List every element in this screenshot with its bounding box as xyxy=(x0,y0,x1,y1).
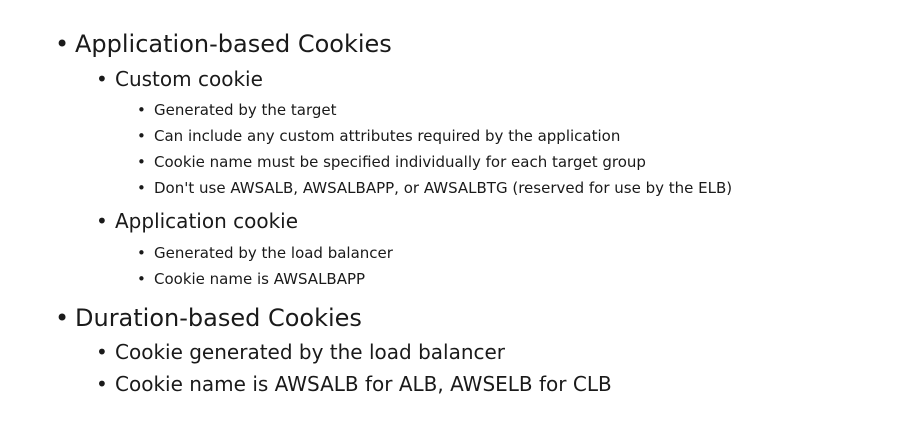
list-item-text: Cookie name is AWSALBAPP xyxy=(154,270,366,288)
bullet-icon: • xyxy=(137,101,146,119)
bullet-icon: • xyxy=(137,270,146,288)
list-item-text: Can include any custom attributes requir… xyxy=(154,127,621,145)
section-heading: Application-based Cookies xyxy=(75,30,392,58)
bullet-icon: • xyxy=(137,179,146,197)
list-item-text: Generated by the load balancer xyxy=(154,244,393,262)
list-item: • Generated by the target xyxy=(137,101,337,119)
list-item: • Can include any custom attributes requ… xyxy=(137,127,620,145)
section-heading: Duration-based Cookies xyxy=(75,304,362,332)
section-application-based-cookies: • Application-based Cookies xyxy=(55,30,392,58)
list-item: • Cookie name is AWSALB for ALB, AWSELB … xyxy=(96,372,612,396)
slide: • Application-based Cookies • Custom coo… xyxy=(0,0,923,430)
bullet-icon: • xyxy=(137,244,146,262)
list-item: • Don't use AWSALB, AWSALBAPP, or AWSALB… xyxy=(137,179,732,197)
bullet-icon: • xyxy=(55,304,70,332)
list-item: • Generated by the load balancer xyxy=(137,244,393,262)
list-item-text: Generated by the target xyxy=(154,101,337,119)
list-item: • Cookie generated by the load balancer xyxy=(96,340,505,364)
subsection-custom-cookie: • Custom cookie xyxy=(96,67,263,91)
bullet-icon: • xyxy=(96,340,108,364)
bullet-icon: • xyxy=(96,67,108,91)
subsection-heading: Custom cookie xyxy=(115,67,263,91)
bullet-icon: • xyxy=(137,153,146,171)
bullet-icon: • xyxy=(137,127,146,145)
list-item-text: Cookie name is AWSALB for ALB, AWSELB fo… xyxy=(115,372,612,396)
subsection-heading: Application cookie xyxy=(115,209,299,233)
bullet-icon: • xyxy=(96,209,108,233)
bullet-icon: • xyxy=(55,30,70,58)
list-item: • Cookie name must be specified individu… xyxy=(137,153,646,171)
section-duration-based-cookies: • Duration-based Cookies xyxy=(55,304,362,332)
list-item-text: Cookie name must be specified individual… xyxy=(154,153,646,171)
bullet-icon: • xyxy=(96,372,108,396)
list-item-text: Cookie generated by the load balancer xyxy=(115,340,506,364)
list-item: • Cookie name is AWSALBAPP xyxy=(137,270,365,288)
subsection-application-cookie: • Application cookie xyxy=(96,209,298,233)
list-item-text: Don't use AWSALB, AWSALBAPP, or AWSALBTG… xyxy=(154,179,733,197)
